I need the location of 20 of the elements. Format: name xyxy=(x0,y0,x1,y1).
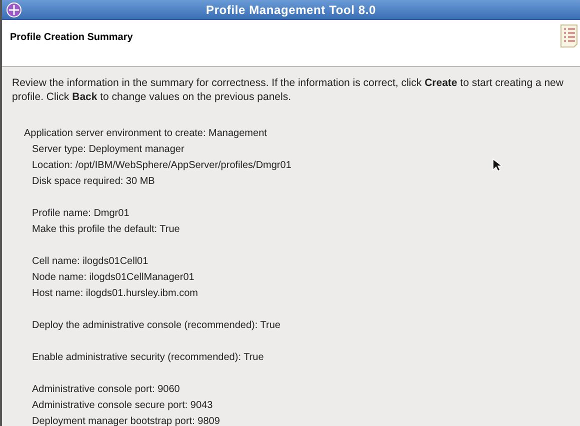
summary-line: Administrative console secure port: 9043 xyxy=(32,399,213,413)
summary-heading: Application server environment to create: Management xyxy=(24,127,267,141)
app-icon xyxy=(6,2,22,18)
summary-line: Server type: Deployment manager xyxy=(32,143,184,157)
checklist-icon xyxy=(560,24,578,48)
summary-line: Deployment manager bootstrap port: 9809 xyxy=(32,415,220,426)
summary-line: Make this profile the default: True xyxy=(32,223,180,237)
intro-text: Review the information in the summary for correctness. If the information is correct, click Create to start creating a new profile. Click Back to change values on the previous panels. xyxy=(12,76,564,104)
summary-line: Administrative console port: 9060 xyxy=(32,383,180,397)
summary-line: Disk space required: 30 MB xyxy=(32,175,155,189)
summary-line: Cell name: ilogds01Cell01 xyxy=(32,255,148,269)
summary-line: Profile name: Dmgr01 xyxy=(32,207,130,221)
panel-title: Profile Creation Summary xyxy=(10,32,133,43)
mouse-cursor-icon xyxy=(492,158,502,172)
summary-line: Node name: ilogds01CellManager01 xyxy=(32,271,194,285)
window-title: Profile Management Tool 8.0 xyxy=(206,2,376,18)
summary-line: Deploy the administrative console (recommended): True xyxy=(32,319,280,333)
summary-line: Enable administrative security (recommended): True xyxy=(32,351,264,365)
summary-line: Host name: ilogds01.hursley.ibm.com xyxy=(32,287,198,301)
summary-line: Location: /opt/IBM/WebSphere/AppServer/profiles/Dmgr01 xyxy=(32,159,292,173)
